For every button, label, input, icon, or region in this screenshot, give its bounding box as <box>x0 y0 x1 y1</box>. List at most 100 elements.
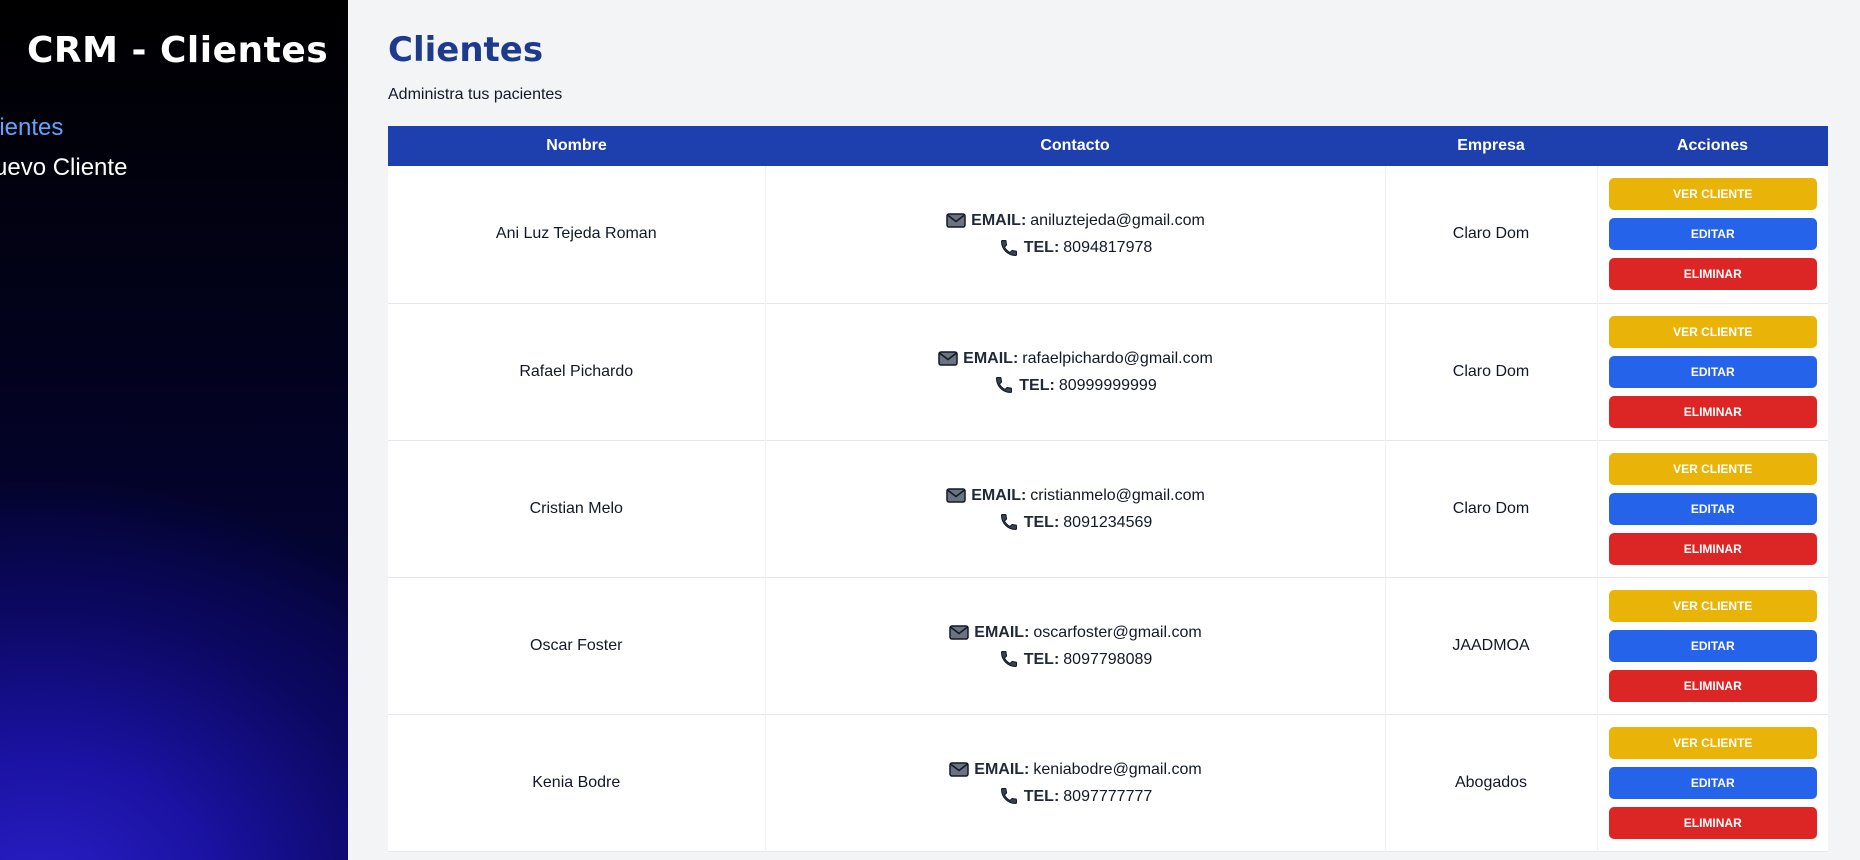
view-client-button[interactable]: Ver Cliente <box>1608 178 1817 211</box>
email-label: EMAIL: <box>971 486 1027 504</box>
row-actions: Ver Cliente Editar Eliminar <box>1598 452 1829 565</box>
phone-line: TEL: 8097777777 <box>766 783 1385 810</box>
email-line: EMAIL: keniabodre@gmail.com <box>766 756 1385 783</box>
row-actions: Ver Cliente Editar Eliminar <box>1598 315 1829 428</box>
client-name: Rafael Pichardo <box>519 362 634 380</box>
cell-empresa: Claro Dom <box>1385 166 1598 303</box>
company-name: Claro Dom <box>1452 499 1530 517</box>
email-label: EMAIL: <box>974 760 1030 778</box>
phone-icon <box>998 512 1020 532</box>
phone-icon <box>998 786 1020 806</box>
phone-line: TEL: 8091234569 <box>766 509 1385 536</box>
cell-empresa: Abogados <box>1385 714 1598 851</box>
cell-acciones: Ver Cliente Editar Eliminar <box>1597 166 1828 303</box>
cell-contacto: EMAIL: oscarfoster@gmail.com TEL: 809779… <box>765 577 1386 714</box>
cell-contacto: EMAIL: rafaelpichardo@gmail.com TEL: 809… <box>765 303 1386 440</box>
email-value: rafaelpichardo@gmail.com <box>1022 349 1213 367</box>
phone-line: TEL: 8097798089 <box>766 646 1385 673</box>
row-actions: Ver Cliente Editar Eliminar <box>1598 726 1829 839</box>
tel-value: 80999999999 <box>1058 376 1157 394</box>
page-title: Clientes <box>388 30 544 70</box>
cell-contacto: EMAIL: aniluztejeda@gmail.com TEL: 80948… <box>765 166 1386 303</box>
edit-client-button[interactable]: Editar <box>1608 629 1817 662</box>
edit-client-button[interactable]: Editar <box>1608 355 1817 388</box>
client-name: Cristian Melo <box>529 499 623 517</box>
view-client-button[interactable]: Ver Cliente <box>1608 452 1817 485</box>
envelope-icon <box>945 211 967 231</box>
sidebar: CRM - Clientes lientes uevo Cliente <box>0 0 348 860</box>
cell-nombre: Oscar Foster <box>388 577 766 714</box>
tel-label: TEL: <box>1023 787 1060 805</box>
view-client-button[interactable]: Ver Cliente <box>1608 589 1817 622</box>
envelope-icon <box>945 485 967 505</box>
main-content: Clientes Administra tus pacientes Nombre… <box>348 0 1860 860</box>
client-name: Kenia Bodre <box>532 773 621 791</box>
company-name: JAADMOA <box>1452 636 1530 654</box>
table-row: Rafael Pichardo EMAIL: rafaelpichardo@gm… <box>388 303 1828 440</box>
tel-label: TEL: <box>1023 239 1060 257</box>
delete-client-button[interactable]: Eliminar <box>1608 532 1817 565</box>
header-acciones: Acciones <box>1676 137 1749 154</box>
email-label: EMAIL: <box>971 212 1027 230</box>
delete-client-button[interactable]: Eliminar <box>1608 258 1817 291</box>
cell-nombre: Ani Luz Tejeda Roman <box>388 166 766 303</box>
envelope-icon <box>937 348 959 368</box>
phone-icon <box>993 375 1015 395</box>
table-row: Cristian Melo EMAIL: cristianmelo@gmail.… <box>388 440 1828 577</box>
edit-client-button[interactable]: Editar <box>1608 492 1817 525</box>
company-name: Claro Dom <box>1452 362 1530 380</box>
cell-acciones: Ver Cliente Editar Eliminar <box>1597 714 1828 851</box>
cell-empresa: JAADMOA <box>1385 577 1598 714</box>
email-value: aniluztejeda@gmail.com <box>1030 212 1205 230</box>
view-client-button[interactable]: Ver Cliente <box>1608 726 1817 759</box>
tel-value: 8097798089 <box>1063 650 1153 668</box>
tel-value: 8094817978 <box>1063 239 1153 257</box>
email-line: EMAIL: aniluztejeda@gmail.com <box>766 207 1385 234</box>
cell-nombre: Kenia Bodre <box>388 714 766 851</box>
table-row: Kenia Bodre EMAIL: keniabodre@gmail.com … <box>388 714 1828 851</box>
phone-icon <box>998 238 1020 258</box>
phone-line: TEL: 80999999999 <box>766 372 1385 399</box>
phone-icon <box>998 649 1020 669</box>
view-client-button[interactable]: Ver Cliente <box>1608 315 1817 348</box>
client-name: Ani Luz Tejeda Roman <box>495 225 657 243</box>
tel-label: TEL: <box>1019 376 1055 394</box>
cell-contacto: EMAIL: cristianmelo@gmail.com TEL: 80912… <box>765 440 1386 577</box>
sidebar-item-nuevo-cliente[interactable]: uevo Cliente <box>0 154 127 182</box>
cell-nombre: Rafael Pichardo <box>388 303 766 440</box>
brand-title: CRM - Clientes <box>27 30 329 71</box>
sidebar-item-clientes[interactable]: lientes <box>0 114 63 142</box>
phone-line: TEL: 8094817978 <box>766 234 1385 261</box>
header-contacto: Contacto <box>1040 137 1110 154</box>
cell-empresa: Claro Dom <box>1385 303 1598 440</box>
table-header-row: Nombre Contacto Empresa Acciones <box>388 126 1828 166</box>
cell-empresa: Claro Dom <box>1385 440 1598 577</box>
delete-client-button[interactable]: Eliminar <box>1608 395 1817 428</box>
edit-client-button[interactable]: Editar <box>1608 766 1817 799</box>
header-nombre: Nombre <box>546 137 607 154</box>
client-name: Oscar Foster <box>530 636 623 654</box>
table-row: Oscar Foster EMAIL: oscarfoster@gmail.co… <box>388 577 1828 714</box>
row-actions: Ver Cliente Editar Eliminar <box>1598 589 1829 702</box>
email-label: EMAIL: <box>963 349 1019 367</box>
company-name: Claro Dom <box>1452 225 1530 243</box>
cell-acciones: Ver Cliente Editar Eliminar <box>1597 577 1828 714</box>
email-value: oscarfoster@gmail.com <box>1033 623 1202 641</box>
email-line: EMAIL: rafaelpichardo@gmail.com <box>766 345 1385 372</box>
email-label: EMAIL: <box>974 623 1030 641</box>
email-value: keniabodre@gmail.com <box>1033 760 1202 778</box>
cell-acciones: Ver Cliente Editar Eliminar <box>1597 303 1828 440</box>
cell-contacto: EMAIL: keniabodre@gmail.com TEL: 8097777… <box>765 714 1386 851</box>
edit-client-button[interactable]: Editar <box>1608 218 1817 251</box>
cell-acciones: Ver Cliente Editar Eliminar <box>1597 440 1828 577</box>
envelope-icon <box>948 759 970 779</box>
company-name: Abogados <box>1454 773 1528 791</box>
delete-client-button[interactable]: Eliminar <box>1608 669 1817 702</box>
table-row: Ani Luz Tejeda Roman EMAIL: aniluztejeda… <box>388 166 1828 303</box>
tel-value: 8097777777 <box>1063 787 1153 805</box>
email-value: cristianmelo@gmail.com <box>1030 486 1205 504</box>
tel-value: 8091234569 <box>1063 513 1153 531</box>
header-empresa: Empresa <box>1457 137 1525 154</box>
delete-client-button[interactable]: Eliminar <box>1608 806 1817 839</box>
clients-table: Nombre Contacto Empresa Acciones Ani Luz… <box>388 126 1828 852</box>
